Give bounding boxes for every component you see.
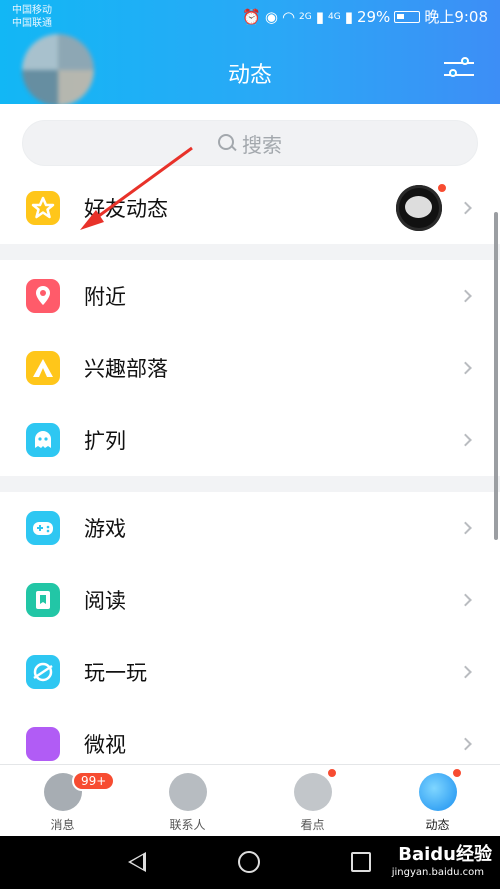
list-item-expand-list[interactable]: 扩列 [0,404,500,476]
new-dot [326,767,338,779]
chevron-right-icon [459,593,472,607]
app-header: 中国移动 中国联通 ⏰ ◉ ◠ 2G ▮ 4G ▮ 29% 晚上9:08 动态 [0,0,500,106]
chevron-right-icon [459,289,472,303]
tab-label: 看点 [300,818,325,832]
tab-watch[interactable]: 看点 [250,765,375,836]
list-item-games[interactable]: 游戏 [0,492,500,564]
scrollbar[interactable] [494,212,498,540]
list-item-reading[interactable]: 阅读 [0,564,500,636]
battery-icon [394,10,421,23]
gamepad-icon [26,511,60,545]
list-item-play[interactable]: 玩一玩 [0,636,500,708]
back-icon[interactable] [128,852,146,872]
search-input[interactable]: 搜索 [22,120,478,166]
tab-messages[interactable]: 99+ 消息 [0,765,125,836]
tab-label: 联系人 [169,818,206,832]
eye-comfort-icon: ◉ [264,7,278,26]
chevron-right-icon [459,361,472,375]
unread-badge: 99+ [72,771,116,791]
chat-ghost-icon [26,423,60,457]
list-item-label: 微视 [84,733,126,757]
list-item-label: 玩一玩 [84,661,147,685]
location-pin-icon [26,279,60,313]
eye-icon [293,773,332,811]
chevron-right-icon [459,201,472,215]
list-item-label: 兴趣部落 [84,357,168,381]
new-dot [436,182,448,194]
tab-moments[interactable]: 动态 [375,765,500,836]
list-item-nearby[interactable]: 附近 [0,260,500,332]
list-item-weishi[interactable]: 微视 [0,708,500,764]
tab-label: 动态 [425,818,450,832]
new-dot [451,767,463,779]
status-bar-carriers: 中国移动 中国联通 [12,4,52,30]
list-item-label: 阅读 [84,589,126,613]
recent-apps-icon[interactable] [351,852,371,872]
signal-icon: ▮ [315,7,324,26]
battery-percent: 29% [356,7,391,26]
carrier-2: 中国联通 [12,18,52,29]
chevron-right-icon [459,665,472,679]
search-area: 搜索 [0,104,500,172]
chevron-right-icon [459,737,472,751]
section-divider [0,244,500,260]
planet-icon [26,655,60,689]
tab-contacts[interactable]: 联系人 [125,765,250,836]
tent-icon [26,351,60,385]
chevron-right-icon [459,521,472,535]
list-item-label: 游戏 [84,517,126,541]
section-divider [0,476,500,492]
main-content: 搜索 好友动态 附近 兴趣部落 扩列 游戏 阅读 玩一玩 微视 [0,104,500,764]
watermark-url: jingyan.baidu.com [391,867,484,878]
tab-label: 消息 [50,818,75,832]
net-2g: 2G [299,11,312,22]
clock: 晚上9:08 [424,8,488,26]
sliders-icon[interactable] [444,56,474,82]
carrier-1: 中国移动 [12,5,52,16]
status-bar-right: ⏰ ◉ ◠ 2G ▮ 4G ▮ 29% 晚上9:08 [242,6,488,27]
video-icon [26,727,60,761]
list-item-friends-feed[interactable]: 好友动态 [0,172,500,244]
alarm-icon: ⏰ [242,7,261,26]
list-item-interest-tribe[interactable]: 兴趣部落 [0,332,500,404]
list-item-label: 附近 [84,285,126,309]
chevron-right-icon [459,433,472,447]
page-title: 动态 [227,63,272,88]
signal-icon-2: ▮ [344,7,353,26]
wifi-icon: ◠ [281,7,296,26]
search-placeholder: 搜索 [242,132,282,157]
list-item-label: 扩列 [84,429,126,453]
planet-tab-icon [418,773,457,811]
net-4g: 4G [328,11,341,22]
bottom-tabbar: 99+ 消息 联系人 看点 动态 [0,764,500,836]
search-icon [218,134,236,152]
star-icon [26,191,60,225]
list-item-label: 好友动态 [84,197,168,221]
home-icon[interactable] [238,851,260,873]
watermark: Baidu经验 [398,844,492,865]
contacts-icon [168,773,207,811]
book-icon [26,583,60,617]
friend-avatar [396,185,442,231]
